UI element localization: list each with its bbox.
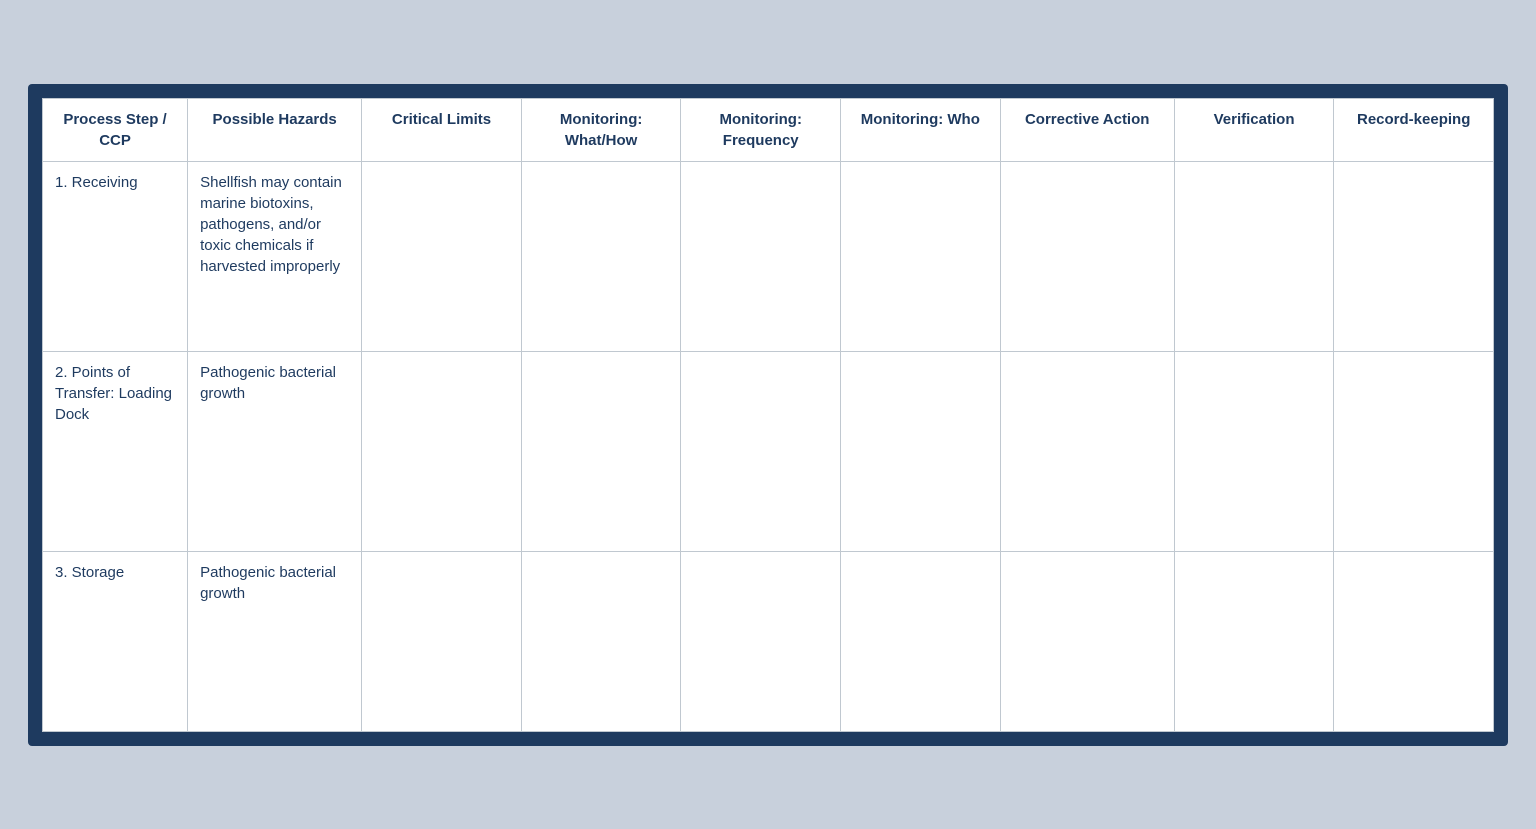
cell-storage-monitoring-who xyxy=(841,551,1001,731)
cell-transfer-hazards: Pathogenic bacterial growth xyxy=(188,351,362,551)
cell-storage-verification xyxy=(1174,551,1334,731)
cell-storage-recordkeeping xyxy=(1334,551,1494,731)
cell-receiving-process: 1. Receiving xyxy=(43,161,188,351)
header-monitoring-freq: Monitoring: Frequency xyxy=(681,98,841,161)
header-critical-limits: Critical Limits xyxy=(362,98,522,161)
cell-transfer-process: 2. Points of Transfer: Loading Dock xyxy=(43,351,188,551)
cell-storage-corrective-action xyxy=(1000,551,1174,731)
table-row: 1. Receiving Shellfish may contain marin… xyxy=(43,161,1494,351)
cell-receiving-limits xyxy=(362,161,522,351)
header-row: Process Step / CCP Possible Hazards Crit… xyxy=(43,98,1494,161)
header-monitoring-who: Monitoring: Who xyxy=(841,98,1001,161)
cell-storage-limits xyxy=(362,551,522,731)
cell-transfer-monitoring-freq xyxy=(681,351,841,551)
cell-receiving-hazards: Shellfish may contain marine biotoxins, … xyxy=(188,161,362,351)
cell-storage-process: 3. Storage xyxy=(43,551,188,731)
header-recordkeeping: Record-keeping xyxy=(1334,98,1494,161)
cell-receiving-recordkeeping xyxy=(1334,161,1494,351)
table-container: Process Step / CCP Possible Hazards Crit… xyxy=(28,84,1508,746)
header-verification: Verification xyxy=(1174,98,1334,161)
cell-transfer-recordkeeping xyxy=(1334,351,1494,551)
cell-transfer-monitoring-what xyxy=(521,351,681,551)
table-row: 3. Storage Pathogenic bacterial growth xyxy=(43,551,1494,731)
cell-storage-hazards: Pathogenic bacterial growth xyxy=(188,551,362,731)
cell-transfer-corrective-action xyxy=(1000,351,1174,551)
cell-storage-monitoring-freq xyxy=(681,551,841,731)
haccp-table: Process Step / CCP Possible Hazards Crit… xyxy=(42,98,1494,732)
cell-receiving-monitoring-what xyxy=(521,161,681,351)
cell-transfer-verification xyxy=(1174,351,1334,551)
table-row: 2. Points of Transfer: Loading Dock Path… xyxy=(43,351,1494,551)
cell-receiving-verification xyxy=(1174,161,1334,351)
header-monitoring-what: Monitoring: What/How xyxy=(521,98,681,161)
cell-receiving-monitoring-who xyxy=(841,161,1001,351)
header-possible-hazards: Possible Hazards xyxy=(188,98,362,161)
header-process-step: Process Step / CCP xyxy=(43,98,188,161)
cell-transfer-limits xyxy=(362,351,522,551)
cell-receiving-corrective-action xyxy=(1000,161,1174,351)
cell-storage-monitoring-what xyxy=(521,551,681,731)
header-corrective-action: Corrective Action xyxy=(1000,98,1174,161)
cell-receiving-monitoring-freq xyxy=(681,161,841,351)
cell-transfer-monitoring-who xyxy=(841,351,1001,551)
